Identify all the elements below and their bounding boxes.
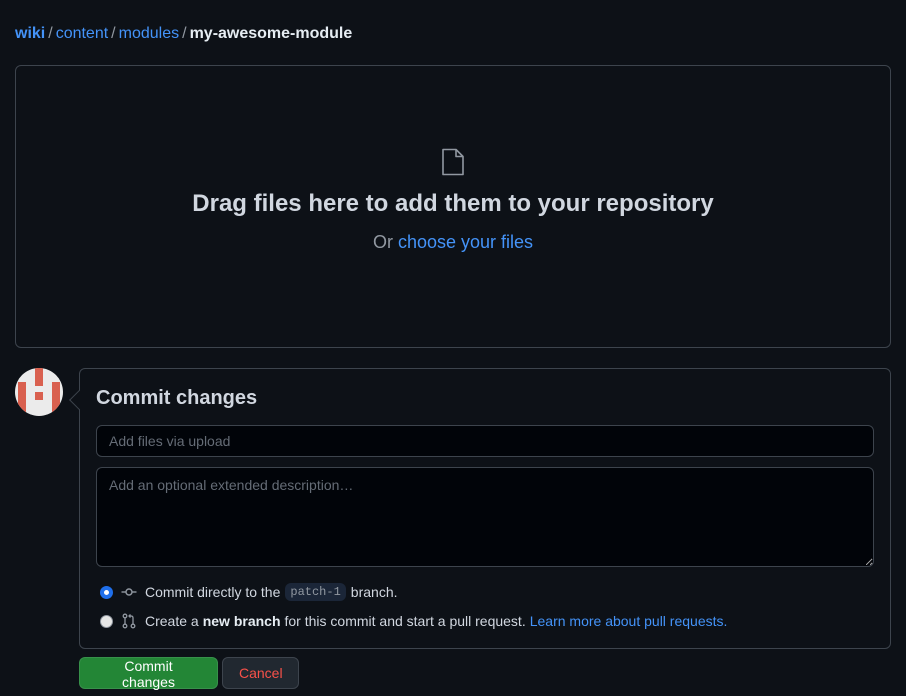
commit-description-input[interactable]: [96, 467, 874, 567]
commit-direct-option[interactable]: Commit directly to the patch-1 branch.: [100, 582, 398, 602]
breadcrumb-link-wiki[interactable]: wiki: [15, 25, 45, 42]
branch-name: patch-1: [285, 583, 346, 601]
breadcrumb-current: my-awesome-module: [189, 25, 353, 42]
create-branch-option[interactable]: Create a new branch for this commit and …: [100, 611, 727, 631]
avatar-block: [18, 382, 26, 416]
dropzone-prefix: Or: [372, 232, 393, 252]
create-branch-radio[interactable]: [100, 614, 113, 628]
breadcrumb-link-content[interactable]: content: [56, 25, 108, 42]
commit-direct-radio[interactable]: [100, 585, 113, 599]
breadcrumb-link-modules[interactable]: modules: [119, 25, 179, 42]
commit-changes-button[interactable]: Commit changes: [79, 657, 218, 690]
option-bold-text: new branch: [202, 613, 281, 629]
breadcrumb-separator: /: [48, 25, 53, 42]
choose-files-link[interactable]: choose your files: [398, 232, 533, 252]
cancel-button[interactable]: Cancel: [222, 657, 299, 689]
breadcrumb-separator: /: [182, 25, 187, 42]
commit-form-pointer: [69, 390, 89, 410]
commit-summary-input[interactable]: [96, 425, 874, 457]
avatar-block: [35, 368, 43, 386]
avatar-block: [52, 382, 60, 416]
commit-form-title: Commit changes: [96, 387, 258, 409]
dropzone-subtitle: Or choose your files: [16, 232, 890, 253]
git-pull-request-icon: [122, 613, 136, 629]
dropzone-title: Drag files here to add them to your repo…: [192, 190, 714, 217]
option-text: branch.: [350, 584, 398, 600]
git-commit-icon: [121, 588, 137, 596]
avatar-block: [35, 392, 43, 400]
avatar: [15, 368, 63, 416]
option-text: Create a: [145, 613, 199, 629]
file-icon: [442, 148, 464, 176]
breadcrumb-separator: /: [111, 25, 116, 42]
option-text: Commit directly to the: [145, 584, 281, 600]
commit-form: Commit changes Commit directly to the pa…: [69, 368, 891, 649]
learn-more-pull-requests-link[interactable]: Learn more about pull requests.: [530, 613, 728, 629]
file-dropzone[interactable]: Drag files here to add them to your repo…: [15, 65, 891, 348]
option-text: for this commit and start a pull request…: [284, 613, 526, 629]
breadcrumb: wiki / content / modules / my-awesome-module: [15, 24, 352, 44]
